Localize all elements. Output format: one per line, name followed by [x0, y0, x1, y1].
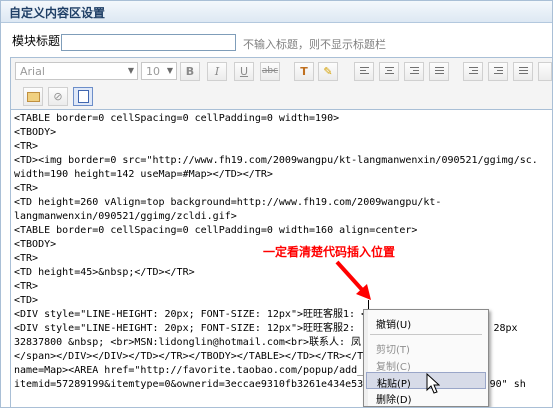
- menu-separator: [370, 334, 482, 335]
- code-line: <TR>: [14, 281, 39, 292]
- module-title-label: 模块标题: [12, 34, 61, 48]
- source-view-button[interactable]: [73, 87, 93, 106]
- editor-toolbar-row-1: Arial ▼ 10 ▼ B I U abc T ✎: [11, 58, 552, 84]
- code-line: 32837800 &nbsp; <br>MSN:lidonglin@hotmai…: [14, 337, 362, 348]
- code-line: <TD><img border=0 src="http://www.fh19.c…: [14, 155, 538, 166]
- highlight-button[interactable]: ✎: [318, 62, 338, 81]
- insert-position-annotation: 一定看清楚代码插入位置: [263, 245, 396, 259]
- outdent-icon: [469, 67, 478, 77]
- underline-button[interactable]: U: [234, 62, 254, 81]
- ordered-list-button[interactable]: [513, 62, 533, 81]
- module-title-hint: 不输入标题，则不显示标题栏: [243, 38, 386, 51]
- font-size-select[interactable]: 10 ▼: [141, 62, 177, 80]
- justify-icon: [435, 67, 444, 77]
- bold-button[interactable]: B: [180, 62, 200, 81]
- no-entry-icon: ⊘: [53, 90, 63, 103]
- text-color-icon: T: [300, 65, 308, 78]
- mouse-pointer-icon: [426, 373, 440, 394]
- align-center-icon: [385, 67, 394, 77]
- ordered-list-icon: [519, 67, 528, 77]
- code-line: name=Map><AREA href="http://favorite.tao…: [14, 365, 364, 376]
- code-line: <TBODY>: [14, 239, 57, 250]
- image-icon: [26, 92, 40, 102]
- code-line: <TR>: [14, 141, 39, 152]
- code-line: <TR>: [14, 253, 39, 264]
- editor-toolbar-row-2: ⊘: [11, 85, 552, 108]
- font-family-select[interactable]: Arial ▼: [15, 62, 138, 80]
- menu-item-label: 复制(C): [376, 362, 411, 373]
- align-center-button[interactable]: [379, 62, 399, 81]
- custom-content-panel: 自定义内容区设置 模块标题 不输入标题，则不显示标题栏 Arial ▼ 10 ▼…: [0, 0, 553, 408]
- menu-item-label: 删除(D): [376, 395, 412, 406]
- menu-item-label: 剪切(T): [376, 345, 410, 356]
- font-family-value: Arial: [20, 65, 45, 78]
- annotation-arrow-icon: [335, 260, 371, 300]
- align-right-icon: [410, 67, 419, 77]
- menu-item-undo[interactable]: 撤销(U): [366, 314, 486, 331]
- code-line: <TD height=45>&nbsp;</TD></TR>: [14, 267, 195, 278]
- align-left-icon: [360, 67, 369, 77]
- insert-image-button[interactable]: [23, 87, 43, 106]
- code-line: langmanwenxin/090521/ggimg/zcldi.gif>: [14, 211, 237, 222]
- code-line: <DIV style="LINE-HEIGHT: 20px; FONT-SIZE…: [14, 309, 386, 320]
- indent-icon: [494, 67, 503, 77]
- text-color-button[interactable]: T: [294, 62, 314, 81]
- code-line: <TD height=260 vAlign=top background=htt…: [14, 197, 442, 208]
- menu-item-label: 撤销(U): [376, 320, 412, 331]
- justify-button[interactable]: [429, 62, 449, 81]
- panel-title: 自定义内容区设置: [9, 6, 106, 20]
- font-size-value: 10: [146, 65, 160, 78]
- source-code-icon: [77, 90, 89, 103]
- strikethrough-button[interactable]: abc: [260, 62, 280, 81]
- outdent-button[interactable]: [463, 62, 483, 81]
- code-line: <TD>: [14, 295, 39, 306]
- highlighter-icon: ✎: [323, 65, 333, 78]
- code-line: <TABLE border=0 cellSpacing=0 cellPaddin…: [14, 113, 340, 124]
- panel-header: 自定义内容区设置: [1, 1, 552, 23]
- menu-item-label: 粘贴(P): [377, 379, 411, 390]
- menu-item-copy[interactable]: 复制(C): [366, 356, 486, 373]
- italic-button[interactable]: I: [207, 62, 227, 81]
- code-line: <TABLE border=0 cellSpacing=0 cellPaddin…: [14, 225, 418, 236]
- code-line: <TR>: [14, 183, 39, 194]
- align-left-button[interactable]: [354, 62, 374, 81]
- align-right-button[interactable]: [404, 62, 424, 81]
- clear-format-button[interactable]: ⊘: [48, 87, 68, 106]
- code-line: width=190 height=142 useMap=#Map></TD></…: [14, 169, 273, 180]
- indent-button[interactable]: [488, 62, 508, 81]
- chevron-down-icon: ▼: [127, 66, 134, 75]
- more-tools-button[interactable]: [538, 62, 552, 81]
- module-title-input[interactable]: [61, 34, 236, 51]
- menu-item-cut[interactable]: 剪切(T): [366, 339, 486, 356]
- module-title-row: 模块标题 不输入标题，则不显示标题栏: [1, 23, 552, 55]
- chevron-down-icon: ▼: [166, 66, 173, 75]
- code-line: <TBODY>: [14, 127, 57, 138]
